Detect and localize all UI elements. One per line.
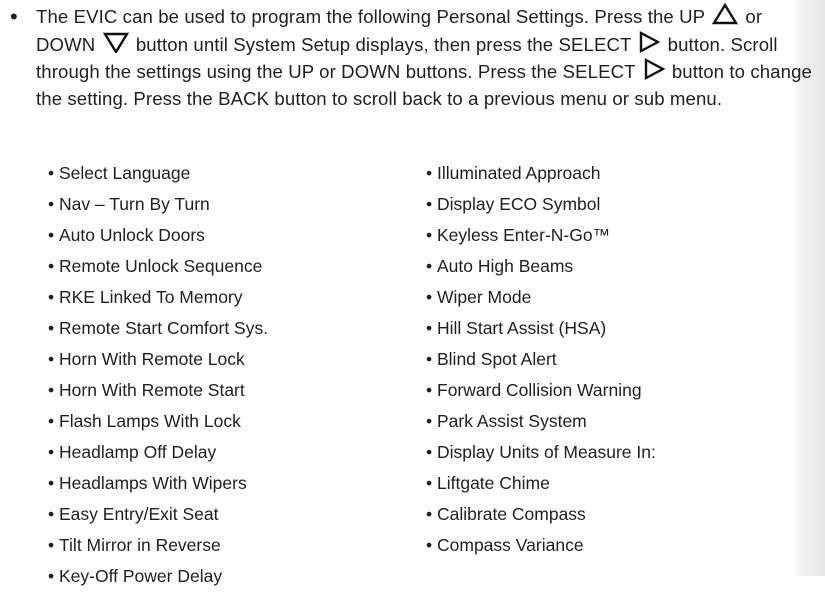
list-item: Headlamps With Wipers	[48, 468, 268, 499]
list-item: Headlamp Off Delay	[48, 437, 268, 468]
intro-bullet: •	[10, 4, 18, 29]
list-item: Tilt Mirror in Reverse	[48, 530, 268, 561]
list-item: Remote Start Comfort Sys.	[48, 313, 268, 344]
list-item: Wiper Mode	[426, 282, 656, 313]
list-item: Hill Start Assist (HSA)	[426, 313, 656, 344]
list-item: Easy Entry/Exit Seat	[48, 499, 268, 530]
list-item: Forward Collision Warning	[426, 375, 656, 406]
list-item: Illuminated Approach	[426, 158, 656, 189]
right-triangle-icon	[644, 58, 665, 81]
list-item: Display ECO Symbol	[426, 189, 656, 220]
list-item: Nav – Turn By Turn	[48, 189, 268, 220]
settings-list-left: Select Language Nav – Turn By Turn Auto …	[48, 158, 268, 592]
down-triangle-icon	[102, 32, 129, 53]
list-item: Compass Variance	[426, 530, 656, 561]
list-item: Flash Lamps With Lock	[48, 406, 268, 437]
settings-list-right: Illuminated Approach Display ECO Symbol …	[426, 158, 656, 561]
list-item: Key-Off Power Delay	[48, 561, 268, 592]
list-item: Blind Spot Alert	[426, 344, 656, 375]
list-item: Display Units of Measure In:	[426, 437, 656, 468]
list-item: Remote Unlock Sequence	[48, 251, 268, 282]
list-item: Liftgate Chime	[426, 468, 656, 499]
intro-text-1: The EVIC can be used to program the foll…	[36, 6, 705, 27]
list-item: Keyless Enter-N-Go™	[426, 220, 656, 251]
right-triangle-icon	[640, 30, 661, 53]
list-item: Auto High Beams	[426, 251, 656, 282]
list-item: Horn With Remote Start	[48, 375, 268, 406]
list-item: RKE Linked To Memory	[48, 282, 268, 313]
intro-paragraph: The EVIC can be used to program the foll…	[36, 3, 814, 112]
intro-text-3: button until System Setup displays, then…	[135, 33, 632, 55]
list-item: Auto Unlock Doors	[48, 220, 268, 251]
list-item: Horn With Remote Lock	[48, 344, 268, 375]
up-triangle-icon	[712, 3, 739, 25]
list-item: Park Assist System	[426, 406, 656, 437]
list-item: Calibrate Compass	[426, 499, 656, 530]
list-item: Select Language	[48, 158, 268, 189]
